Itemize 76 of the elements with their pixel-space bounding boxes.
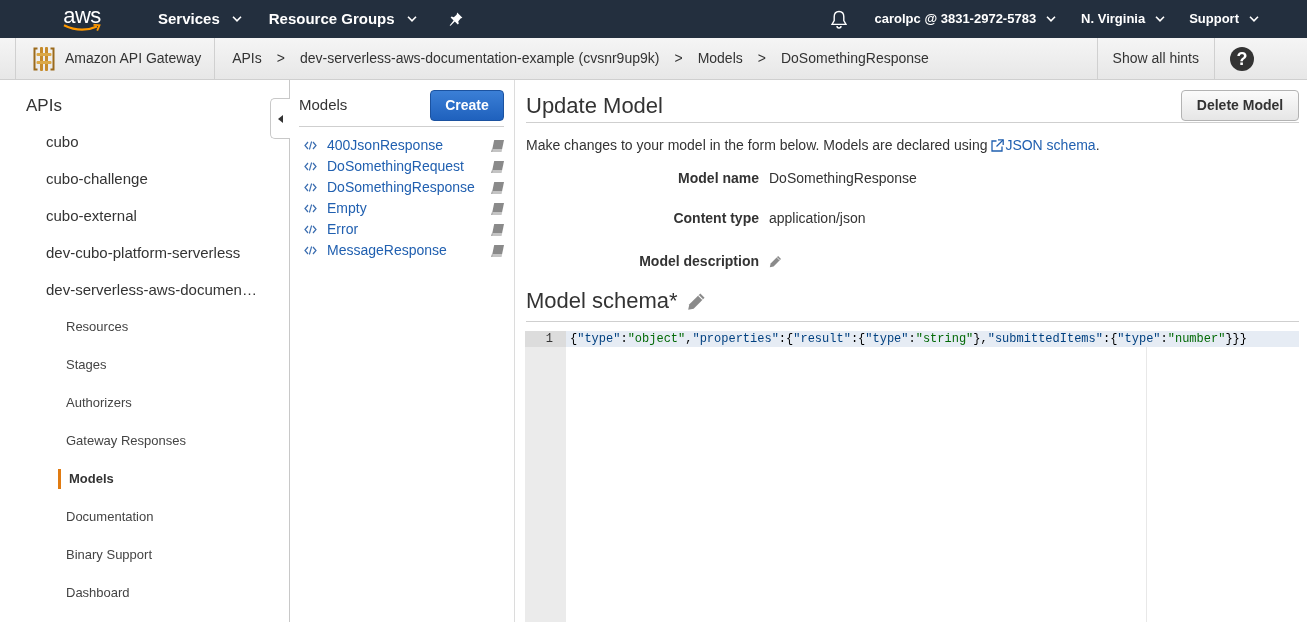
book-icon[interactable] [491,202,504,215]
help-button[interactable]: ? [1230,46,1254,71]
sidebar-api-link[interactable]: cubo [46,131,79,154]
model-link[interactable]: DoSomethingRequest [304,156,464,177]
sidebar-nav-item[interactable]: Binary Support [66,545,152,565]
intro-text: Make changes to your model in the form below. Models are declared using JSON schema. [526,135,1101,155]
pencil-icon[interactable] [686,291,706,311]
nav-menu-button[interactable]: Support [1189,9,1259,29]
model-link[interactable]: 400JsonResponse [304,135,443,156]
sidebar-nav-item[interactable]: Dashboard [66,583,130,603]
code-icon [304,141,317,150]
nav-menu-button[interactable]: Services [158,7,242,31]
page-title: Update Model [526,92,663,120]
collapse-arrow-icon [278,114,283,123]
section-title: Model schema* [526,287,678,315]
code-icon [304,225,317,234]
sidebar-nav-item[interactable]: Gateway Responses [66,431,186,451]
sidebar-nav-item[interactable]: Authorizers [66,393,132,413]
breadcrumb-link[interactable]: dev-serverless-aws-documentation-example (cvsnr9up9k) [299,48,660,69]
service-home-link[interactable]: Amazon API Gateway [65,48,202,69]
collapse-panel-button[interactable] [270,98,290,139]
caret-icon [1249,16,1259,22]
nav-menu-button[interactable]: Resource Groups [268,7,417,31]
book-icon[interactable] [491,244,504,257]
breadcrumb-separator: > [276,49,285,68]
field-label: Content type [673,208,759,228]
code-icon [304,183,317,192]
book-icon[interactable] [491,139,504,152]
model-link[interactable]: Empty [304,198,367,219]
caret-icon [1046,16,1057,22]
sidebar-api-link[interactable]: cubo-challenge [46,168,148,191]
sidebar-api-link[interactable]: dev-serverless-aws-documen… [46,279,257,302]
breadcrumb-separator: > [757,49,766,68]
sidebar-nav-item[interactable]: Models [58,469,114,489]
model-link[interactable]: Error [304,219,359,240]
sidebar-api-link[interactable]: cubo-external [46,205,137,228]
sidebar-nav-item[interactable]: Resources [66,317,129,337]
pencil-icon[interactable] [769,254,782,268]
panel-title: Models [299,95,348,116]
sidebar-title: APIs [26,94,62,117]
field-value: DoSomethingResponse [769,168,917,188]
breadcrumb-current: DoSomethingResponse [780,49,929,68]
code-icon [304,162,317,171]
pin-icon[interactable] [448,12,463,26]
create-button[interactable]: Create [430,90,504,121]
caret-icon [406,16,417,22]
book-icon[interactable] [491,181,504,194]
book-icon[interactable] [491,223,504,236]
code-icon [304,246,317,255]
bell-icon[interactable] [830,9,847,29]
field-label: Model name [678,168,759,188]
breadcrumb-link[interactable]: APIs [232,48,262,69]
delete-model-button[interactable]: Delete Model [1181,90,1299,121]
caret-icon [1155,16,1166,22]
external-link-icon [991,138,1005,152]
line-number: 1 [525,331,566,347]
nav-menu-button[interactable]: N. Virginia [1081,9,1166,29]
sidebar-api-link[interactable]: dev-cubo-platform-serverless [46,242,241,265]
json-schema-link[interactable]: JSON schema [991,135,1096,155]
model-link[interactable]: MessageResponse [304,240,447,261]
code-editor[interactable]: 1 {"type":"object","properties":{"result":{"type":"string"},"submittedItems":{"type":"number"}}} [525,331,1299,622]
field-value: application/json [769,208,866,228]
model-link[interactable]: DoSomethingResponse [304,177,475,198]
breadcrumb-separator: > [674,49,683,68]
field-label: Model description [639,251,759,271]
service-logo-icon [33,45,55,72]
code-icon [304,204,317,213]
breadcrumb-link[interactable]: Models [697,48,743,69]
sidebar-nav-item[interactable]: Documentation [66,507,154,527]
nav-menu-button[interactable]: carolpc @ 3831-2972-5783 [874,9,1057,29]
smile-arrow-icon [63,23,101,32]
caret-icon [231,16,242,22]
show-hints-button[interactable]: Show all hints [1112,48,1199,69]
home-logo-link[interactable]: aws [62,6,102,32]
sidebar-nav-item[interactable]: Stages [66,355,107,375]
book-icon[interactable] [491,160,504,173]
